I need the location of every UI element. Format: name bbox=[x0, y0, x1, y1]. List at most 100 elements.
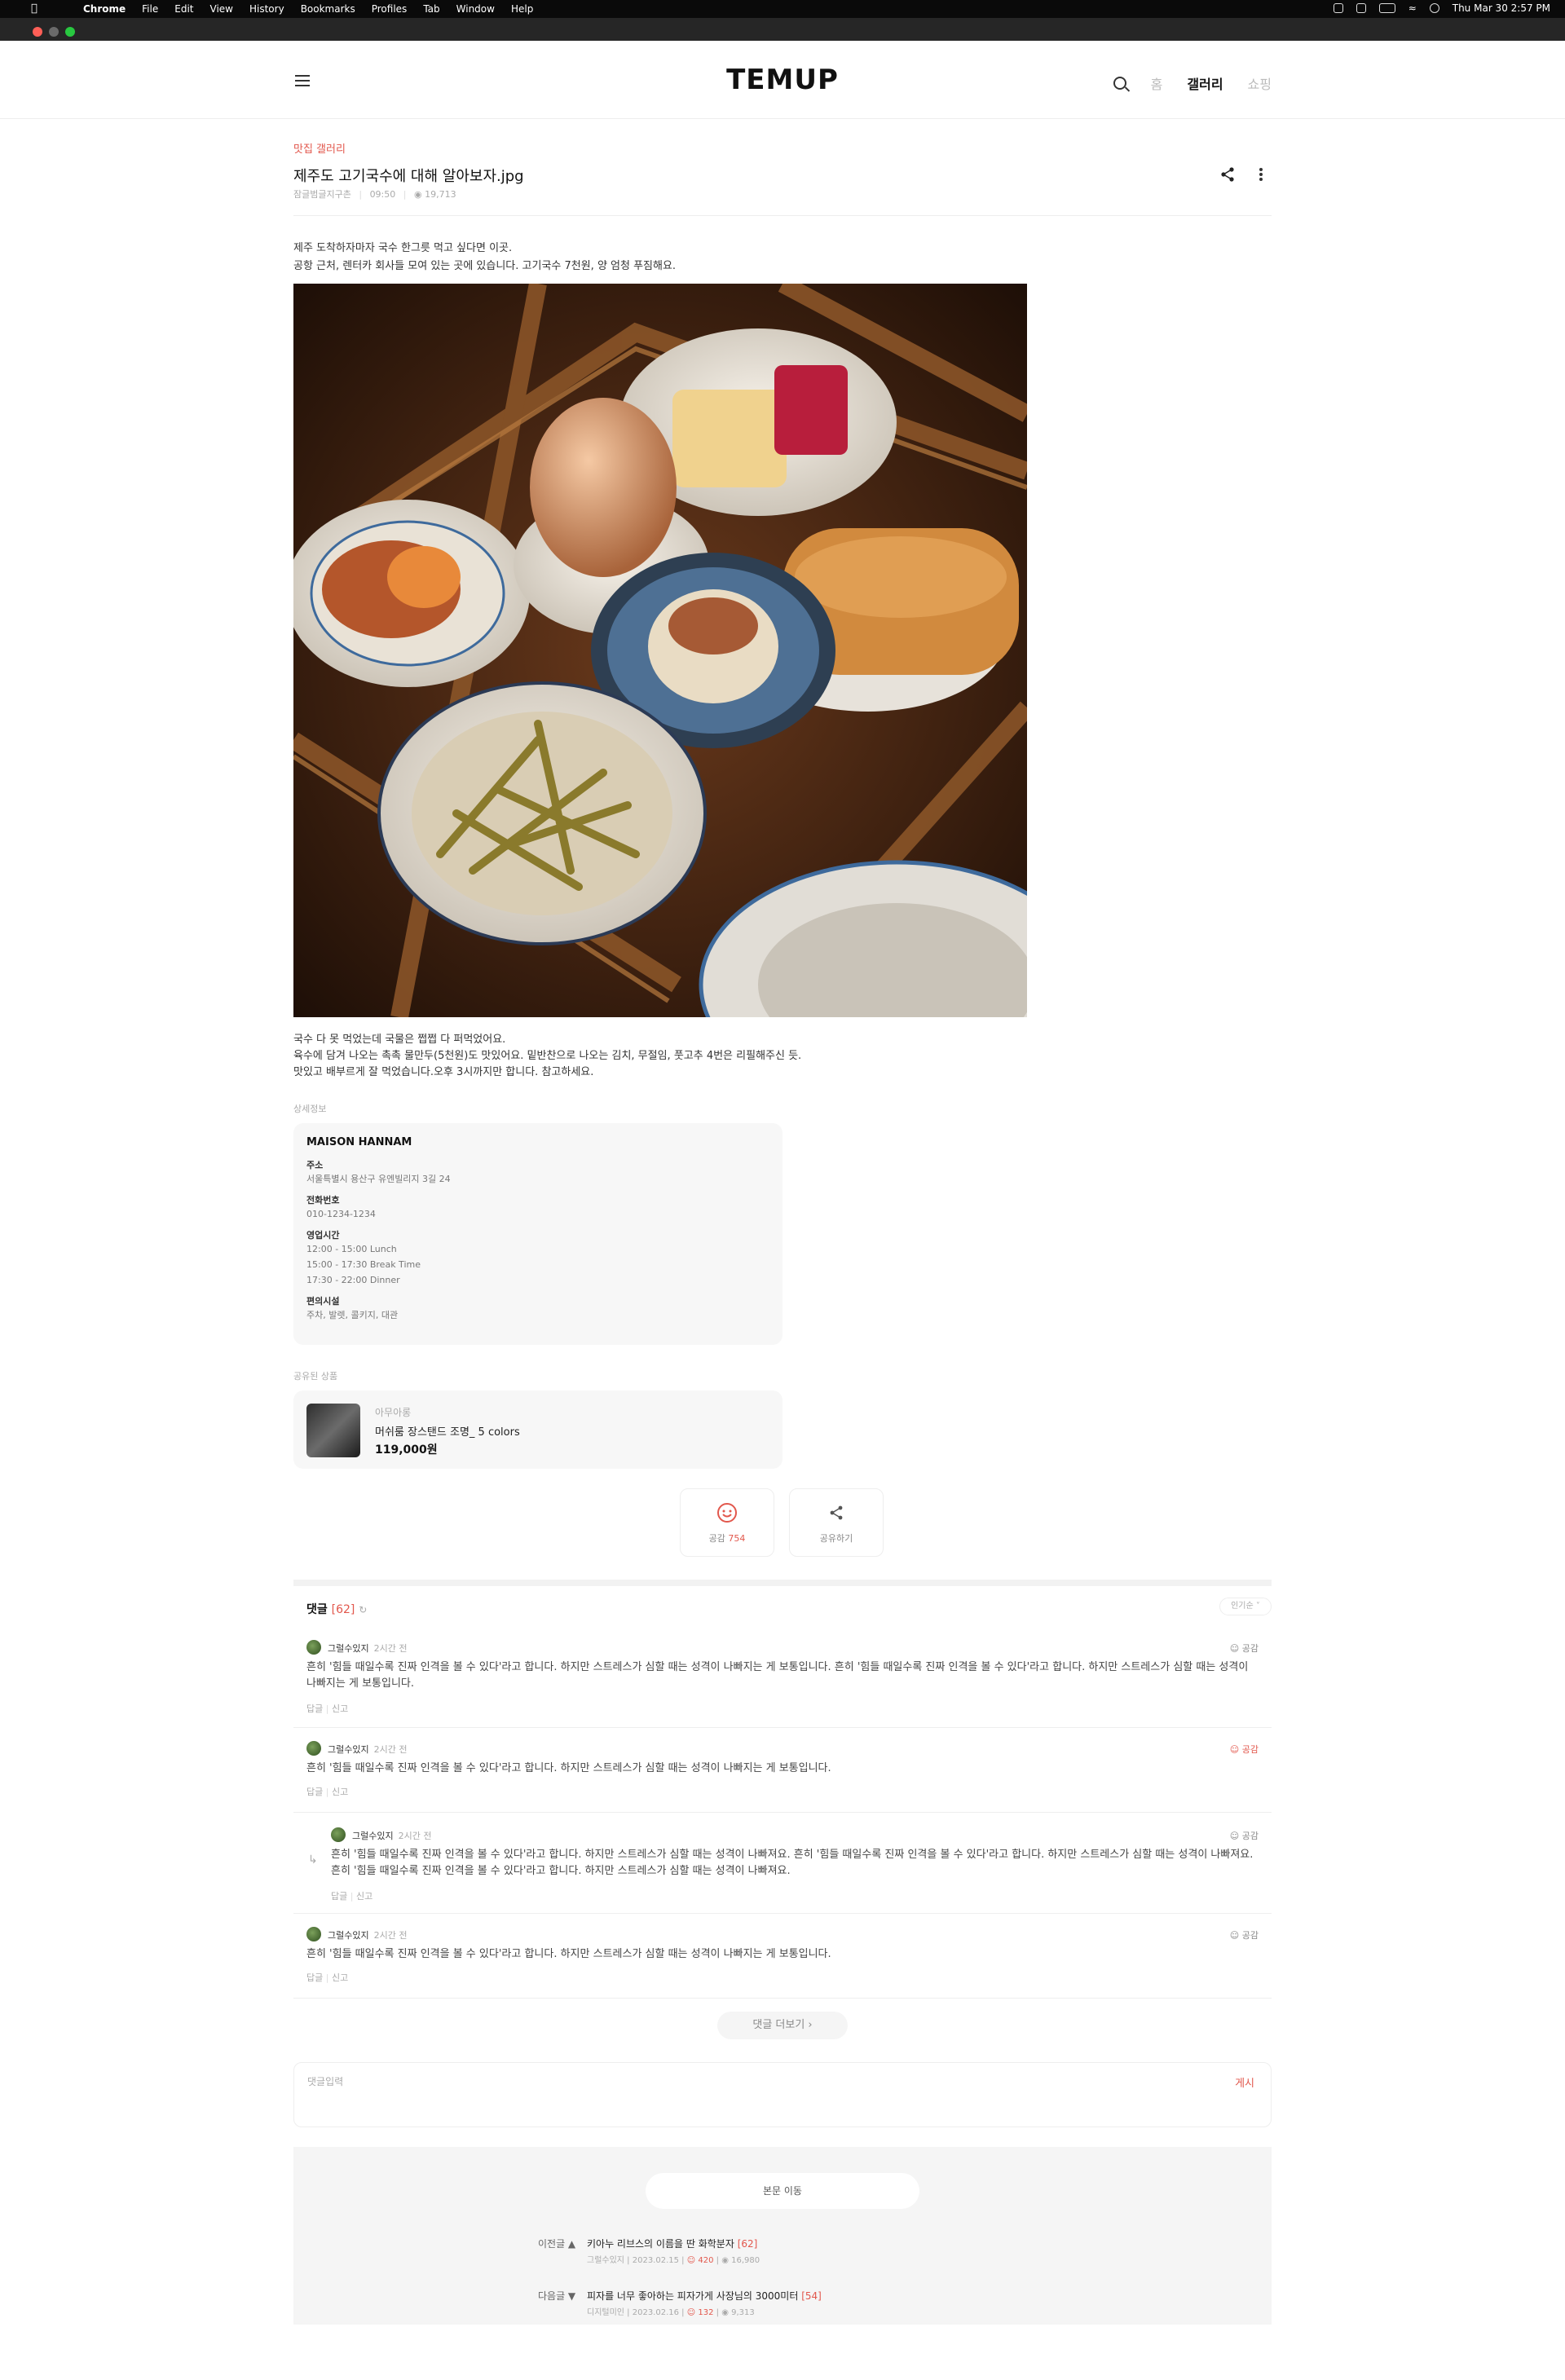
refresh-icon[interactable]: ↻ bbox=[359, 1604, 367, 1615]
post-body: 국수 다 못 먹었는데 국물은 쩝쩝 다 퍼먹었어요. 육수에 담겨 나오는 촉… bbox=[293, 1032, 801, 1081]
product-name: 머쉬룸 장스탠드 조명_ 5 colors bbox=[375, 1426, 520, 1439]
comment-actions: 답글 | 신고 bbox=[306, 1972, 349, 1983]
report-link[interactable]: 신고 bbox=[356, 1891, 373, 1902]
comment-item: 그럴수있지 2시간 전 ☺ 공감 흔히 '힘들 때일수록 진짜 인격을 볼 수 있… bbox=[293, 1728, 1272, 1813]
comment-actions: 답글 | 신고 bbox=[331, 1891, 373, 1902]
comment-input[interactable]: 댓글입력 게시 bbox=[293, 2062, 1272, 2127]
post-navigation: 본문 이동 이전글 ▲ 키아누 리브스의 이름을 딴 화학분자 [62] 그럴수… bbox=[293, 2147, 1272, 2325]
post-meta: 잠글범글지구촌 | 09:50 | ◉ 19,713 bbox=[293, 189, 456, 200]
comment-item: 그럴수있지 2시간 전 ☺ 공감 흔히 '힘들 때일수록 진짜 인격을 볼 수 있… bbox=[293, 1627, 1272, 1728]
place-info-card: MAISON HANNAM 주소 서울특별시 용산구 유엔빌리지 3길 24 전… bbox=[293, 1123, 782, 1345]
minimize-window-button[interactable] bbox=[49, 27, 59, 37]
status-icon[interactable] bbox=[1356, 3, 1366, 13]
comment-author[interactable]: 그럴수있지 bbox=[328, 1744, 369, 1755]
facilities-label: 편의시설 bbox=[306, 1296, 340, 1307]
nav-gallery[interactable]: 갤러리 bbox=[1187, 73, 1223, 93]
menu-edit[interactable]: Edit bbox=[174, 3, 193, 15]
site-logo[interactable]: TEMUP bbox=[0, 64, 1565, 96]
shared-product-card[interactable]: 아무아롱 머쉬룸 장스탠드 조명_ 5 colors 119,000원 bbox=[293, 1391, 782, 1469]
hours-value: 15:00 - 17:30 Break Time bbox=[306, 1259, 421, 1270]
close-window-button[interactable] bbox=[33, 27, 42, 37]
post-category[interactable]: 맛집 갤러리 bbox=[293, 140, 346, 156]
comment-author[interactable]: 그럴수있지 bbox=[328, 1930, 369, 1941]
report-link[interactable]: 신고 bbox=[332, 1787, 348, 1797]
report-link[interactable]: 신고 bbox=[332, 1972, 348, 1983]
reply-link[interactable]: 답글 bbox=[306, 1703, 323, 1714]
post-photo bbox=[293, 284, 1027, 1017]
search-icon[interactable] bbox=[1113, 77, 1126, 90]
smile-icon: ☺ bbox=[686, 2256, 696, 2265]
shared-product-label: 공유된 상품 bbox=[293, 1371, 338, 1382]
phone-label: 전화번호 bbox=[306, 1195, 340, 1205]
post-views: 19,713 bbox=[425, 189, 456, 200]
search-icon[interactable] bbox=[1429, 3, 1439, 13]
comment-item: 그럴수있지 2시간 전 ☺ 공감 흔히 '힘들 때일수록 진짜 인격을 볼 수 있… bbox=[293, 1914, 1272, 1999]
reply-link[interactable]: 답글 bbox=[331, 1891, 347, 1902]
avatar[interactable] bbox=[306, 1927, 321, 1941]
battery-icon[interactable] bbox=[1378, 3, 1395, 13]
divider bbox=[293, 215, 1272, 216]
address-value: 서울특별시 용산구 유엔빌리지 3길 24 bbox=[306, 1174, 451, 1184]
phone-value[interactable]: 010-1234-1234 bbox=[306, 1206, 769, 1222]
address-label: 주소 bbox=[306, 1160, 324, 1170]
nav-home[interactable]: 홈 bbox=[1151, 73, 1163, 93]
post-navigation-title: 본문 이동 bbox=[646, 2173, 919, 2209]
menu-view[interactable]: View bbox=[210, 3, 233, 15]
avatar[interactable] bbox=[306, 1741, 321, 1756]
next-likes: 132 bbox=[698, 2308, 714, 2317]
product-thumbnail bbox=[306, 1404, 360, 1457]
comment-author[interactable]: 그럴수있지 bbox=[328, 1643, 369, 1654]
menu-history[interactable]: History bbox=[249, 3, 284, 15]
comment-actions: 답글 | 신고 bbox=[306, 1703, 349, 1714]
like-button[interactable]: 공감 754 bbox=[680, 1488, 774, 1557]
post-text-line: 맛있고 배부르게 잘 먹었습니다.오후 3시까지만 합니다. 참고하세요. bbox=[293, 1066, 594, 1078]
post-comment-button[interactable]: 게시 bbox=[1235, 2074, 1254, 2090]
menu-window[interactable]: Window bbox=[456, 3, 495, 15]
smile-icon: ☺ bbox=[1229, 1930, 1240, 1941]
site-header: TEMUP 홈 갤러리 쇼핑 bbox=[0, 41, 1565, 119]
menu-app[interactable]: Chrome bbox=[83, 3, 126, 15]
menu-profiles[interactable]: Profiles bbox=[372, 3, 408, 15]
comment-like-button[interactable]: ☺ 공감 bbox=[1230, 1829, 1259, 1842]
report-link[interactable]: 신고 bbox=[332, 1703, 348, 1714]
comment-like-button[interactable]: ☺ 공감 bbox=[1230, 1928, 1259, 1941]
next-date: 2023.02.16 bbox=[632, 2308, 679, 2317]
menu-help[interactable]: Help bbox=[511, 3, 533, 15]
apple-icon[interactable]:  bbox=[31, 2, 37, 15]
comment-text: 흔히 '힘들 때일수록 진짜 인격을 볼 수 있다'라고 합니다. 하지만 스트… bbox=[306, 1661, 1249, 1690]
comment-like-button[interactable]: ☺ 공감 bbox=[1230, 1642, 1259, 1655]
eye-icon: ◉ bbox=[721, 2256, 729, 2265]
menu-tab[interactable]: Tab bbox=[423, 3, 439, 15]
eye-icon: ◉ bbox=[413, 189, 422, 200]
zoom-window-button[interactable] bbox=[65, 27, 75, 37]
prev-label: 이전글 ▲ bbox=[538, 2238, 576, 2250]
reply-link[interactable]: 답글 bbox=[306, 1972, 323, 1983]
prev-title: 키아누 리브스의 이름을 딴 화학분자 bbox=[587, 2238, 734, 2250]
hours-label: 영업시간 bbox=[306, 1230, 340, 1241]
share-label: 공유하기 bbox=[819, 1533, 853, 1544]
prev-likes: 420 bbox=[698, 2256, 714, 2265]
comment-time: 2시간 전 bbox=[398, 1831, 432, 1841]
more-options-icon[interactable] bbox=[1259, 166, 1263, 183]
nav-shopping[interactable]: 쇼핑 bbox=[1248, 73, 1272, 93]
next-title: 피자를 너무 좋아하는 피자가게 사장님의 3000미터 bbox=[587, 2290, 799, 2302]
wifi-icon[interactable]: ≈ bbox=[1408, 2, 1417, 14]
comment-author[interactable]: 그럴수있지 bbox=[352, 1831, 394, 1841]
menu-bookmarks[interactable]: Bookmarks bbox=[301, 3, 355, 15]
reply-link[interactable]: 답글 bbox=[306, 1787, 323, 1797]
avatar[interactable] bbox=[331, 1827, 346, 1842]
more-comments-button[interactable]: 댓글 더보기 › bbox=[717, 2012, 848, 2039]
menu-file[interactable]: File bbox=[142, 3, 158, 15]
chevron-down-icon: ˅ bbox=[1255, 1602, 1260, 1611]
share-button[interactable]: 공유하기 bbox=[789, 1488, 884, 1557]
sort-dropdown[interactable]: 인기순 ˅ bbox=[1219, 1598, 1272, 1615]
share-icon[interactable] bbox=[1219, 166, 1236, 183]
status-icon[interactable] bbox=[1333, 3, 1343, 13]
post-text-line: 육수에 담겨 나오는 촉촉 물만두(5천원)도 맛있어요. 밑반찬으로 나오는 … bbox=[293, 1050, 802, 1062]
like-label: 공감 bbox=[708, 1533, 725, 1544]
next-author: 디지털미인 bbox=[587, 2308, 624, 2317]
post-author[interactable]: 잠글범글지구촌 bbox=[293, 189, 351, 200]
clock[interactable]: Thu Mar 30 2:57 PM bbox=[1453, 2, 1550, 14]
avatar[interactable] bbox=[306, 1640, 321, 1655]
comment-like-button[interactable]: ☺ 공감 bbox=[1230, 1743, 1259, 1756]
